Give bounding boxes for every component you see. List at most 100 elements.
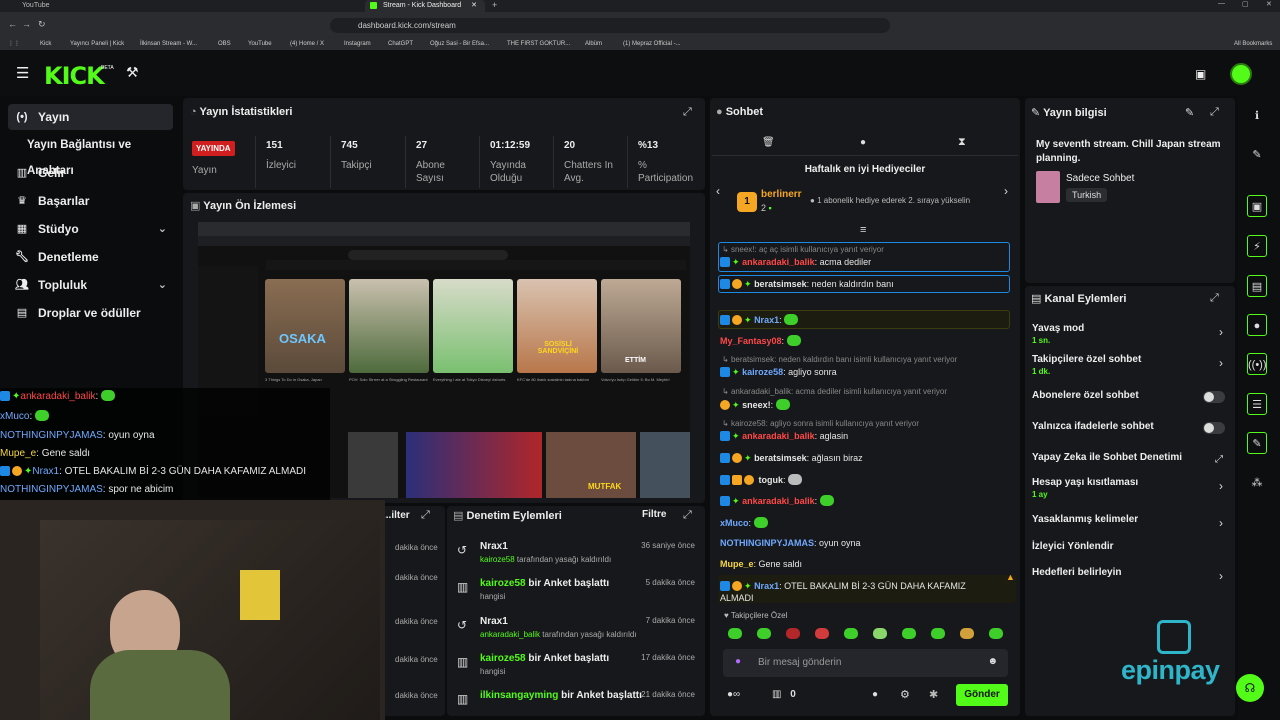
chat-username[interactable]: Mupe_e [0, 448, 36, 459]
action-banned-words[interactable]: Yasaklanmış kelimeler › [1032, 514, 1227, 530]
bookmark[interactable]: Oğuz Sasi - Bir Efsa... [430, 38, 489, 50]
pin-icon[interactable]: ≡ [860, 224, 866, 236]
sidebar-item-yayin[interactable]: (•) Yayın [8, 104, 173, 130]
minimize-icon[interactable]: — [1218, 0, 1225, 7]
pencil-icon[interactable]: ✎ [1247, 144, 1267, 166]
chat-username[interactable]: NOTHINGINPYJAMAS [0, 484, 103, 495]
close-tab-icon[interactable]: ✕ [471, 0, 477, 12]
emote-icon[interactable] [989, 628, 1003, 639]
document-icon[interactable]: ▤ [1247, 275, 1267, 297]
detail-user[interactable]: kairoze58 [480, 555, 515, 564]
chat-username[interactable]: ankaradaki_balik [742, 257, 815, 267]
forward-icon[interactable]: → [22, 19, 31, 29]
edit-icon[interactable]: ✎ [1185, 106, 1194, 119]
all-bookmarks[interactable]: All Bookmarks [1234, 38, 1272, 50]
chat-username[interactable]: kairoze58 [742, 367, 783, 377]
hammer-icon[interactable]: ⚒ [126, 64, 139, 81]
chat-icon[interactable]: ● [1247, 314, 1267, 336]
chat-username[interactable]: beratsimsek [754, 453, 807, 463]
apps-icon[interactable]: ⋮⋮ [8, 38, 20, 50]
actor[interactable]: kairoze58 [480, 653, 526, 664]
support-headset-icon[interactable]: ☊ [1236, 674, 1264, 702]
filter-button[interactable]: Filtre [642, 509, 666, 520]
extension-icon[interactable]: ✱ [929, 688, 938, 701]
chat-username[interactable]: Nrax1 [754, 315, 779, 325]
chat-username[interactable]: xMuco [0, 411, 29, 422]
chat-username[interactable]: beratsimsek [754, 279, 807, 289]
bookmark[interactable]: Instagram [344, 38, 371, 50]
sidebar-item-topluluk[interactable]: 👥︎ Topluluk ⌄ [8, 272, 173, 298]
chat-bubble-icon[interactable]: ● [872, 689, 878, 700]
bookmark[interactable]: (1) Mepraz Official -... [623, 38, 681, 50]
bookmark[interactable]: İlkinsan Stream - W... [140, 38, 197, 50]
broadcast-icon[interactable]: ((•)) [1247, 353, 1267, 375]
trash-icon[interactable]: 🗑︎ [762, 137, 775, 148]
back-icon[interactable]: ← [8, 19, 17, 29]
action-host[interactable]: İzleyici Yönlendir [1032, 541, 1227, 552]
emotes-only-toggle[interactable] [1203, 422, 1225, 434]
actor[interactable]: ilkinsangayming [480, 690, 558, 701]
preview-toggle-icon[interactable]: ▣ [1247, 195, 1267, 217]
apps-icon[interactable]: ⁂ [1247, 472, 1267, 494]
emoji-icon[interactable]: ☻ [987, 656, 998, 667]
expand-icon[interactable]: ⤢ [683, 509, 692, 522]
expand-icon[interactable]: ⤢ [1210, 106, 1219, 119]
chat-username[interactable]: ankaradaki_balik [742, 496, 815, 506]
expand-icon[interactable]: ⤢ [421, 509, 430, 522]
menu-icon[interactable]: ☰ [16, 64, 29, 82]
chevron-right-icon[interactable]: › [1004, 184, 1008, 198]
emote-icon[interactable] [786, 628, 800, 639]
expand-icon[interactable]: ⤢ [1210, 292, 1219, 305]
hourglass-icon[interactable]: ⧗ [958, 136, 966, 149]
gear-icon[interactable]: ⚙ [900, 688, 910, 701]
chat-username[interactable]: Nrax1 [32, 466, 59, 477]
sidebar-item-gelir[interactable]: ▥ Gelir [8, 160, 173, 186]
chevron-left-icon[interactable]: ‹ [716, 184, 720, 198]
list-icon[interactable]: ☰ [1247, 393, 1267, 415]
emote-icon[interactable] [815, 628, 829, 639]
subscribers-only-toggle[interactable] [1203, 391, 1225, 403]
points-display[interactable]: ▥ 0 [772, 689, 796, 700]
emote-icon[interactable] [902, 628, 916, 639]
chat-username[interactable]: Nrax1 [754, 581, 779, 591]
category-name[interactable]: Sadece Sohbet [1066, 173, 1134, 184]
bookmark[interactable]: THE FIRST GOKTUR... [507, 38, 570, 50]
bookmark[interactable]: (4) Home / X [290, 38, 324, 50]
info-icon[interactable]: ℹ [1247, 105, 1267, 127]
emote-icon[interactable] [844, 628, 858, 639]
action-account-age[interactable]: Hesap yaşı kısıtlaması 1 ay › [1032, 477, 1227, 499]
chat-username[interactable]: NOTHINGINPYJAMAS [720, 538, 814, 548]
new-tab-icon[interactable]: + [492, 0, 497, 10]
bookmark[interactable]: Kick [40, 38, 51, 50]
bookmark[interactable]: ChatGPT [388, 38, 413, 50]
sidebar-item-stream-key[interactable]: Yayın Bağlantısı ve Anahtarı [8, 132, 173, 177]
chat-username[interactable]: sneex! [742, 400, 771, 410]
avatar[interactable] [1230, 63, 1252, 85]
tab-youtube[interactable]: YouTube [4, 0, 304, 12]
bookmark[interactable]: OBS [218, 38, 231, 50]
sidebar-item-basarilar[interactable]: ♛ Başarılar [8, 188, 173, 214]
sidebar-item-droplar[interactable]: ▤ Droplar ve ödüller [8, 300, 173, 326]
emote-icon[interactable] [757, 628, 771, 639]
action-followers-only[interactable]: Takipçilere özel sohbet 1 dk. › [1032, 354, 1227, 376]
sidebar-item-studyo[interactable]: ▦ Stüdyo ⌄ [8, 216, 173, 242]
mod-action-name[interactable]: Nrax1 [480, 541, 508, 552]
bookmark[interactable]: Albüm [585, 38, 602, 50]
chat-username[interactable]: NOTHINGINPYJAMAS [0, 430, 103, 441]
mod-action-name[interactable]: Nrax1 [480, 616, 508, 627]
action-slow-mode[interactable]: Yavaş mod 1 sn. › [1032, 323, 1227, 345]
bookmark[interactable]: Yayıncı Paneli | Kick [70, 38, 124, 50]
gifter-name[interactable]: berlinerr [761, 189, 802, 200]
detail-user[interactable]: ankaradaki_balik [480, 630, 540, 639]
close-window-icon[interactable]: ✕ [1266, 0, 1272, 8]
chat-username[interactable]: toguk [759, 475, 784, 485]
tab-kick-dashboard[interactable]: Stream - Kick Dashboard ✕ [365, 0, 485, 12]
emote-icon[interactable] [873, 628, 887, 639]
maximize-icon[interactable]: ▢ [1242, 0, 1249, 8]
send-button[interactable]: Gönder [956, 684, 1008, 706]
chat-username[interactable]: ankaradaki_balik [742, 431, 815, 441]
mic-icon[interactable]: ● [735, 656, 741, 667]
kick-logo[interactable]: KICK [44, 62, 105, 90]
emote-icon[interactable] [960, 628, 974, 639]
chat-username[interactable]: xMuco [720, 518, 749, 528]
